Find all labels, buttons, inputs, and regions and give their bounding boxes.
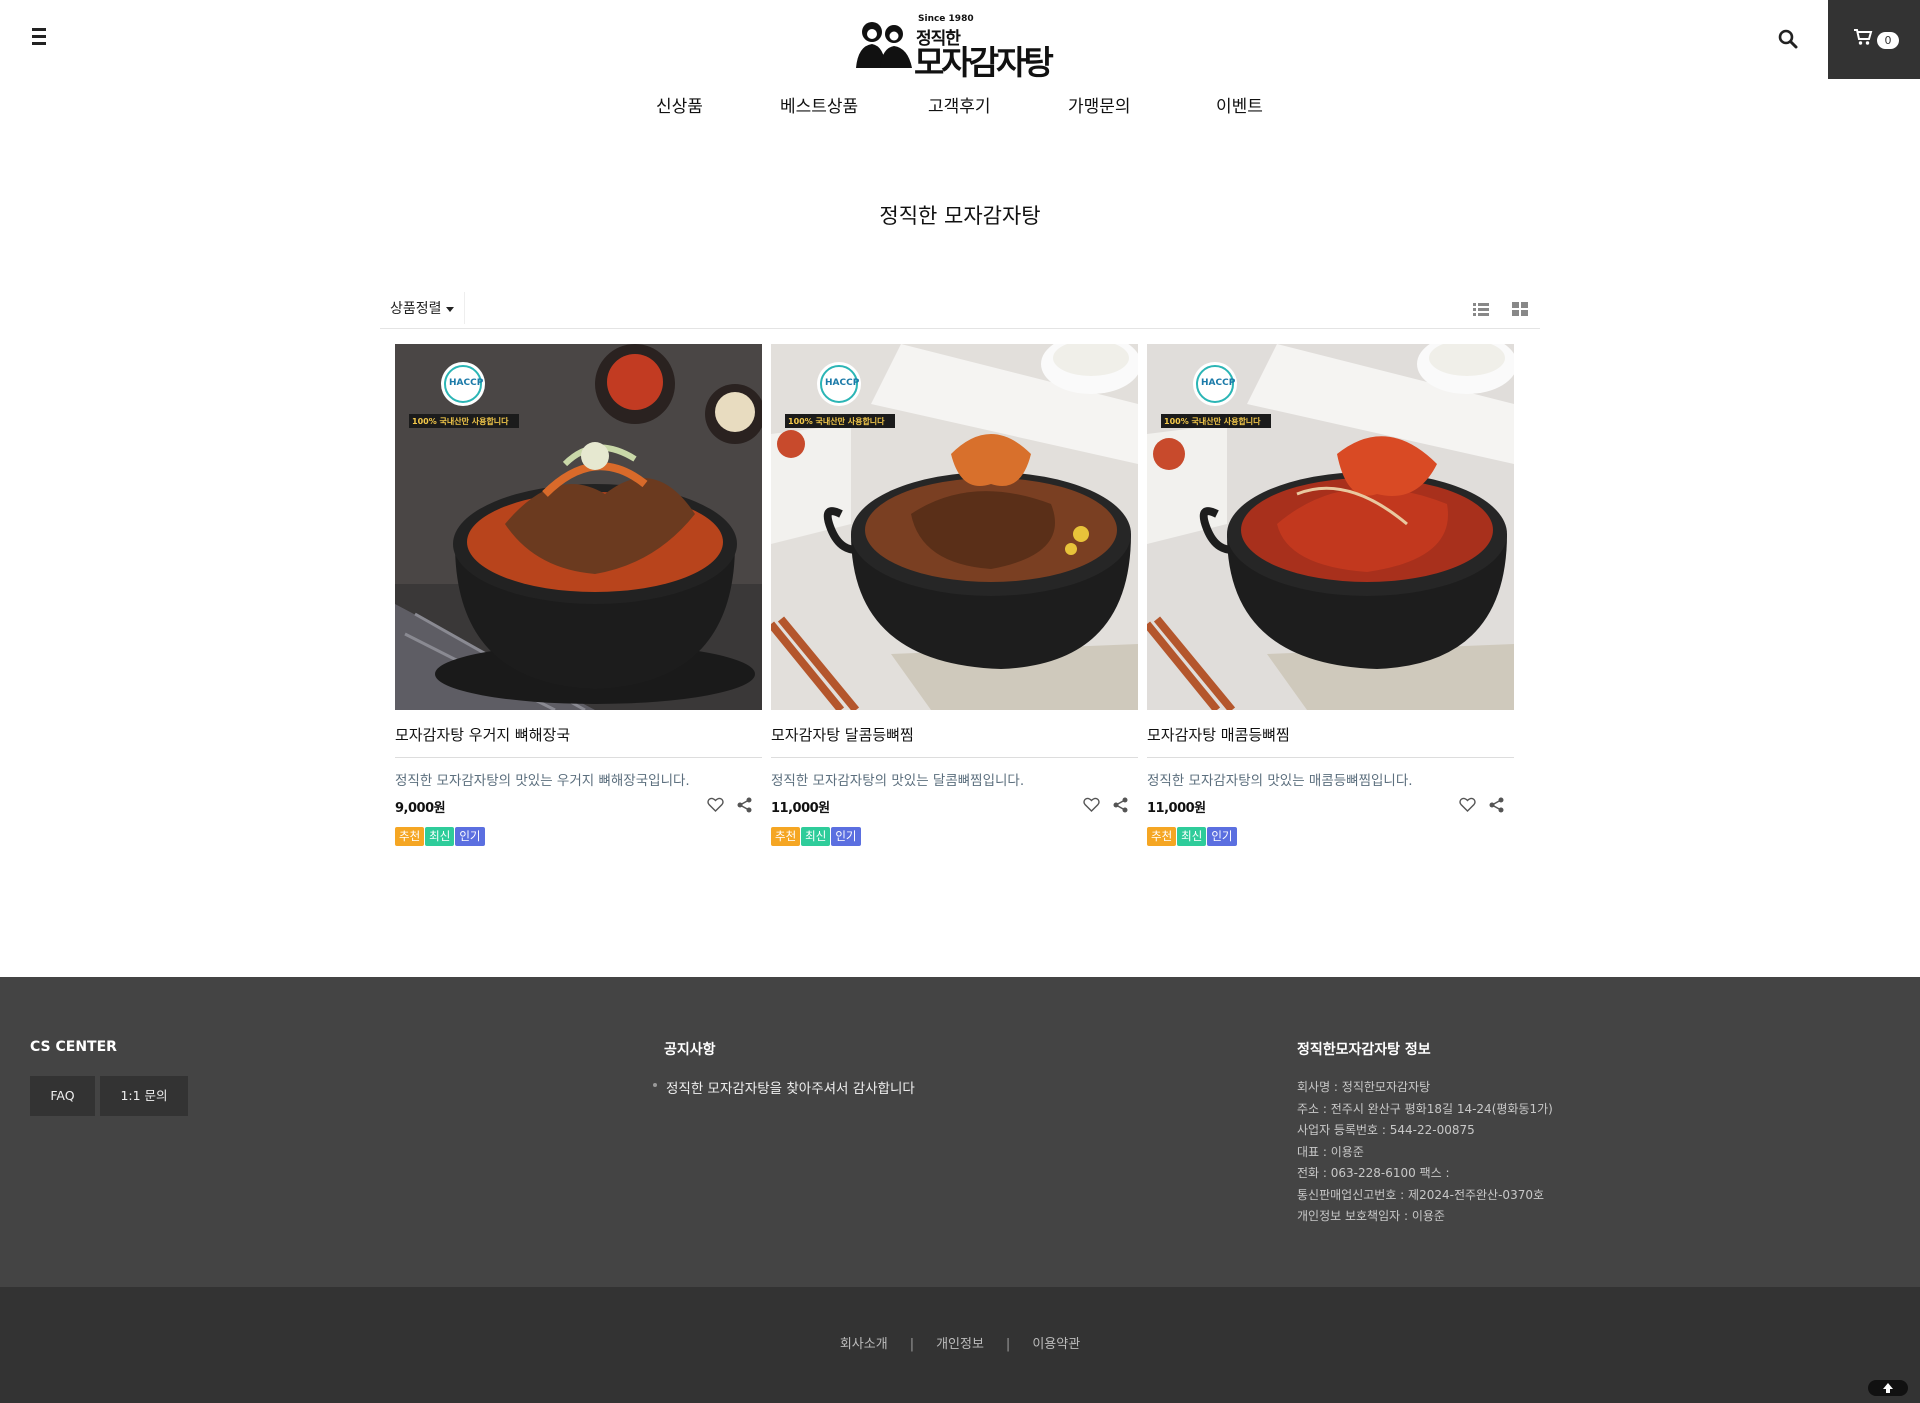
share-icon[interactable] [1113,797,1128,813]
site-header: Since 1980 정직한 모자감자탕 0 [0,0,1920,82]
nav-new-products[interactable]: 신상품 [656,92,703,117]
main-nav: 신상품 베스트상품 고객후기 가맹문의 이벤트 [0,92,1920,120]
product-image[interactable]: HACCP 100% 국내산만 사용합니다 [395,344,762,710]
product-name[interactable]: 모자감자탕 우거지 뼈해장국 [395,724,762,758]
footer: CS CENTER FAQ 1:1 문의 공지사항 정직한 모자감자탕을 찾아주… [0,977,1920,1287]
info-ceo: 대표 : 이용준 [1297,1144,1364,1159]
sort-bar: 상품정렬 [380,290,1540,329]
badge-popular: 인기 [1207,827,1237,846]
stew-photo-3 [1147,344,1514,710]
bottom-bar: 회사소개 | 개인정보 | 이용약관 [0,1287,1920,1403]
product-price-row: 9,000원 [395,797,762,817]
product-price: 9,000원 [395,801,446,816]
product-image[interactable]: HACCP 100% 국내산만 사용합니다 [771,344,1138,710]
product-price-row: 11,000원 [771,797,1138,817]
product-name[interactable]: 모자감자탕 달콤등뼈찜 [771,724,1138,758]
info-phone: 전화 : 063-228-6100 팩스 : [1297,1166,1450,1180]
product-card: HACCP 100% 국내산만 사용합니다 모자감자탕 우거지 뼈해장국 정직한… [395,344,762,846]
sort-label: 상품정렬 [390,301,442,317]
stew-photo-2 [771,344,1138,710]
badge-recommend: 추천 [771,827,801,846]
info-privacy-officer: 개인정보 보호책임자 : 이용준 [1297,1209,1445,1223]
product-badges: 추천 최신 인기 [771,825,1138,846]
nav-franchise[interactable]: 가맹문의 [1068,92,1131,117]
cart-button[interactable]: 0 [1828,0,1920,79]
logo-mascot-icon [856,22,912,68]
scroll-top-button[interactable] [1868,1380,1908,1396]
info-ecommerce-number: 통신판매업신고번호 : 제2024-전주완산-0370호 [1297,1187,1545,1202]
product-price-row: 11,000원 [1147,797,1514,817]
haccp-mark: HACCP [449,378,484,388]
share-icon[interactable] [1489,797,1504,813]
badge-popular: 인기 [831,827,861,846]
cart-icon [1854,29,1873,45]
product-desc: 정직한 모자감자탕의 맛있는 매콤등뼈찜입니다. [1147,773,1413,789]
product-name[interactable]: 모자감자탕 매콤등뼈찜 [1147,724,1514,758]
stew-photo-1 [395,344,762,710]
cart-count-badge: 0 [1877,32,1899,49]
nav-reviews[interactable]: 고객후기 [928,92,991,117]
bullet-dot [653,1083,657,1087]
company-info: 회사명 : 정직한모자감자탕 주소 : 전주시 완산구 평화18길 14-24(… [1297,1077,1553,1228]
share-icon[interactable] [737,797,752,813]
product-image[interactable]: HACCP 100% 국내산만 사용합니다 [1147,344,1514,710]
product-price: 11,000원 [771,801,830,816]
product-card: HACCP 100% 국내산만 사용합니다 모자감자탕 매콤등뼈찜 정직한 모자… [1147,344,1514,846]
inquiry-button[interactable]: 1:1 문의 [100,1076,188,1116]
badge-popular: 인기 [455,827,485,846]
faq-button[interactable]: FAQ [30,1076,95,1116]
separator: | [1005,1337,1011,1352]
company-info-title: 정직한모자감자탕 정보 [1297,1042,1431,1058]
haccp-mark: HACCP [825,378,860,388]
link-about[interactable]: 회사소개 [840,1333,888,1352]
site-logo[interactable]: Since 1980 정직한 모자감자탕 [850,12,1070,82]
product-desc: 정직한 모자감자탕의 맛있는 우거지 뼈해장국입니다. [395,773,690,789]
grid-view-icon[interactable] [1512,302,1528,316]
notice-item-text: 정직한 모자감자탕을 찾아주셔서 감사합니다 [666,1081,915,1097]
product-desc: 정직한 모자감자탕의 맛있는 달콤뼈찜입니다. [771,773,1025,789]
notice-item[interactable]: 정직한 모자감자탕을 찾아주셔서 감사합니다 [653,1077,915,1097]
product-price: 11,000원 [1147,801,1206,816]
heart-icon[interactable] [707,797,724,813]
hamburger-icon[interactable] [28,28,50,50]
badge-new: 최신 [1177,827,1207,846]
product-card: HACCP 100% 국내산만 사용합니다 모자감자탕 달콤등뼈찜 정직한 모자… [771,344,1138,846]
sort-dropdown[interactable]: 상품정렬 [380,292,465,324]
badge-recommend: 추천 [395,827,425,846]
link-privacy[interactable]: 개인정보 [936,1333,984,1352]
haccp-mark: HACCP [1201,378,1236,388]
bottom-links: 회사소개 | 개인정보 | 이용약관 [0,1333,1920,1352]
nav-best-products[interactable]: 베스트상품 [780,92,858,117]
page-title: 정직한 모자감자탕 [879,204,1041,228]
separator: | [909,1337,915,1352]
image-banner: 100% 국내산만 사용합니다 [788,417,885,426]
info-company: 회사명 : 정직한모자감자탕 [1297,1080,1431,1094]
nav-events[interactable]: 이벤트 [1216,92,1263,117]
logo-since: Since 1980 [918,14,974,24]
caret-down-icon [445,306,454,312]
product-badges: 추천 최신 인기 [395,825,762,846]
search-icon[interactable] [1777,28,1799,50]
heart-icon[interactable] [1083,797,1100,813]
arrow-up-icon [1883,1383,1893,1393]
heart-icon[interactable] [1459,797,1476,813]
image-banner: 100% 국내산만 사용합니다 [412,417,509,426]
list-view-icon[interactable] [1473,302,1489,316]
badge-new: 최신 [801,827,831,846]
badge-new: 최신 [425,827,455,846]
badge-recommend: 추천 [1147,827,1177,846]
product-badges: 추천 최신 인기 [1147,825,1514,846]
info-address: 주소 : 전주시 완산구 평화18길 14-24(평화동1가) [1297,1101,1553,1116]
product-grid: HACCP 100% 국내산만 사용합니다 모자감자탕 우거지 뼈해장국 정직한… [395,344,1515,846]
info-business-number: 사업자 등록번호 : 544-22-00875 [1297,1123,1475,1137]
cs-center-title: CS CENTER [30,1039,117,1055]
image-banner: 100% 국내산만 사용합니다 [1164,417,1261,426]
logo-big-text: 모자감자탕 [914,43,1054,82]
link-terms[interactable]: 이용약관 [1032,1333,1080,1352]
notice-title: 공지사항 [664,1042,716,1058]
